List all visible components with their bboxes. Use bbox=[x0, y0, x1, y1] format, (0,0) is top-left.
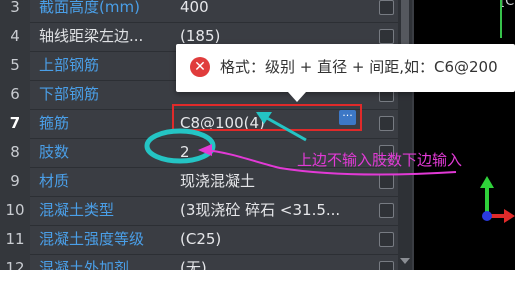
annotation-note: 上边不输入肢数下边输入 bbox=[297, 151, 463, 169]
annotation-overlay bbox=[144, 111, 457, 176]
annotation-circle bbox=[144, 128, 216, 164]
property-panel-window: 3 截面高度(mm) 400 4 轴线距梁左边... (185) 5 上部钢筋 6 下部钢筋 7 箍筋… bbox=[0, 0, 515, 270]
bottom-margin bbox=[0, 270, 515, 293]
